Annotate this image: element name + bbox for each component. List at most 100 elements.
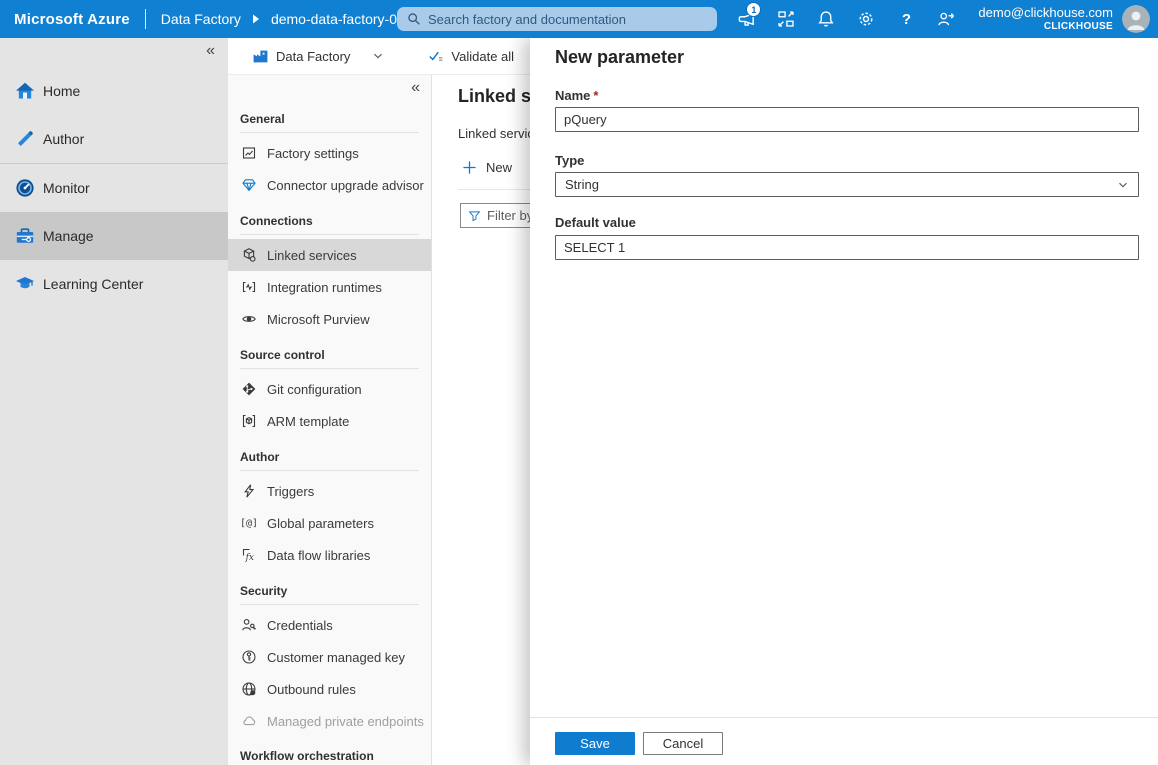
sidebar-item-label: Monitor [43,180,90,196]
nav-section-header: General [228,111,431,127]
nav-collapse-icon[interactable]: « [411,79,420,97]
sidebar-items: Home Author Monitor Manage Learning [0,67,228,308]
factory-dropdown-chevron[interactable] [372,50,384,62]
nav-item-outbound-rules[interactable]: Outbound rules [228,673,431,705]
factory-settings-icon [241,145,257,161]
nav-item-microsoft-purview[interactable]: Microsoft Purview [228,303,431,335]
notification-badge: 1 [746,2,761,17]
breadcrumb-current[interactable]: demo-data-factory-00 [271,11,405,27]
nav-item-arm-template[interactable]: ARM template [228,405,431,437]
nav-item-linked-services[interactable]: Linked services [228,239,431,271]
nav-item-label: Credentials [267,618,333,633]
workspace: Data Factory Validate all « Gen [228,38,1158,765]
nav-item-connector-upgrade-advisor[interactable]: Connector upgrade advisor [228,169,431,201]
nav-item-label: Microsoft Purview [267,312,370,327]
managed-key-icon [241,649,257,665]
page-title: Linked se [458,86,541,107]
nav-item-git-configuration[interactable]: Git configuration [228,373,431,405]
factory-selector[interactable]: Data Factory [252,48,350,65]
breadcrumb-root[interactable]: Data Factory [161,11,241,27]
gem-icon [241,177,257,193]
funnel-icon [468,209,481,222]
nav-section-header: Connections [228,213,431,229]
nav-item-integration-runtimes[interactable]: Integration runtimes [228,271,431,303]
nav-item-triggers[interactable]: Triggers [228,475,431,507]
chevron-down-icon [372,50,384,62]
factory-icon [252,48,269,65]
notifications-button[interactable] [806,0,846,38]
nav-section-header: Security [228,583,431,599]
nav-section-workflow-orchestration-manager: Workflow orchestration manager [228,749,431,765]
nav-item-customer-managed-key[interactable]: Customer managed key [228,641,431,673]
help-icon: ? [902,11,911,28]
person-icon [1122,5,1150,33]
new-button[interactable]: New [462,160,512,175]
validate-all-button[interactable]: Validate all [428,48,514,64]
sidebar-item-label: Author [43,131,84,147]
app-window: Microsoft Azure Data Factory demo-data-f… [0,0,1158,765]
cancel-button[interactable]: Cancel [643,732,723,755]
settings-button[interactable] [846,0,886,38]
account-info[interactable]: demo@clickhouse.com CLICKHOUSE [978,5,1113,33]
nav-item-label: Data flow libraries [267,548,370,563]
panel-footer: Save Cancel [530,717,1158,765]
nav-section-header: Workflow orchestration manager [228,749,431,765]
nav-item-label: Managed private endpoints [267,714,424,729]
save-button[interactable]: Save [555,732,635,755]
manage-nav-sections: General Factory settings Connector upgra… [228,111,431,765]
global-search [397,7,717,31]
type-select-value: String [565,177,599,192]
avatar[interactable] [1122,5,1150,33]
sidebar-item-monitor[interactable]: Monitor [0,164,228,212]
nav-section-author: Author Triggers [@] Global parameters fx [228,449,431,571]
nav-item-credentials[interactable]: Credentials [228,609,431,641]
sidebar-item-home[interactable]: Home [0,67,228,115]
nav-item-factory-settings[interactable]: Factory settings [228,137,431,169]
nav-item-label: Global parameters [267,516,374,531]
gear-icon [857,10,875,28]
feedback-button[interactable] [926,0,966,38]
name-label-text: Name [555,88,590,103]
gauge-icon [15,178,35,198]
fx-icon: fx [241,547,257,563]
nav-item-managed-private-endpoints[interactable]: Managed private endpoints [228,705,431,737]
svg-text:fx: fx [245,553,254,563]
nav-section-divider [240,604,419,605]
globe-icon [241,681,257,697]
required-asterisk: * [593,88,598,103]
sidebar-item-author[interactable]: Author [0,115,228,163]
sidebar-item-label: Home [43,83,80,99]
nav-item-label: Customer managed key [267,650,405,665]
validate-checklist-icon [428,48,444,64]
nav-section-header: Author [228,449,431,465]
account-email: demo@clickhouse.com [978,5,1113,21]
global-parameters-icon: [@] [240,518,258,529]
graduation-cap-icon [15,274,35,294]
switch-view-button[interactable] [766,0,806,38]
nav-item-label: Triggers [267,484,314,499]
search-input[interactable] [428,12,698,27]
nav-item-global-parameters[interactable]: [@] Global parameters [228,507,431,539]
search-icon [407,12,421,26]
nav-section-source-control: Source control Git configuration ARM tem… [228,347,431,437]
sidebar-item-manage[interactable]: Manage [0,212,228,260]
eye-icon [241,311,257,327]
megaphone-button[interactable]: 1 [726,0,766,38]
sidebar-item-learning-center[interactable]: Learning Center [0,260,228,308]
name-input[interactable] [555,107,1139,132]
nav-section-divider [240,470,419,471]
type-select[interactable]: String [555,172,1139,197]
nav-section-connections: Connections Linked services Integration … [228,213,431,335]
factory-selector-label: Data Factory [276,49,350,64]
azure-brand[interactable]: Microsoft Azure [14,11,130,28]
default-value-input[interactable] [555,235,1139,260]
help-button[interactable]: ? [886,0,926,38]
toolbox-icon [15,226,35,246]
nav-item-label: Linked services [267,248,357,263]
cloud-icon [241,713,257,729]
sidebar-collapse-icon[interactable]: « [206,42,215,60]
topbar-actions: 1 ? demo@clickhouse.com CLICKHOUSE [726,0,1158,38]
page-description: Linked servic [458,126,534,141]
topbar-separator [145,9,146,29]
nav-item-data-flow-libraries[interactable]: fx Data flow libraries [228,539,431,571]
